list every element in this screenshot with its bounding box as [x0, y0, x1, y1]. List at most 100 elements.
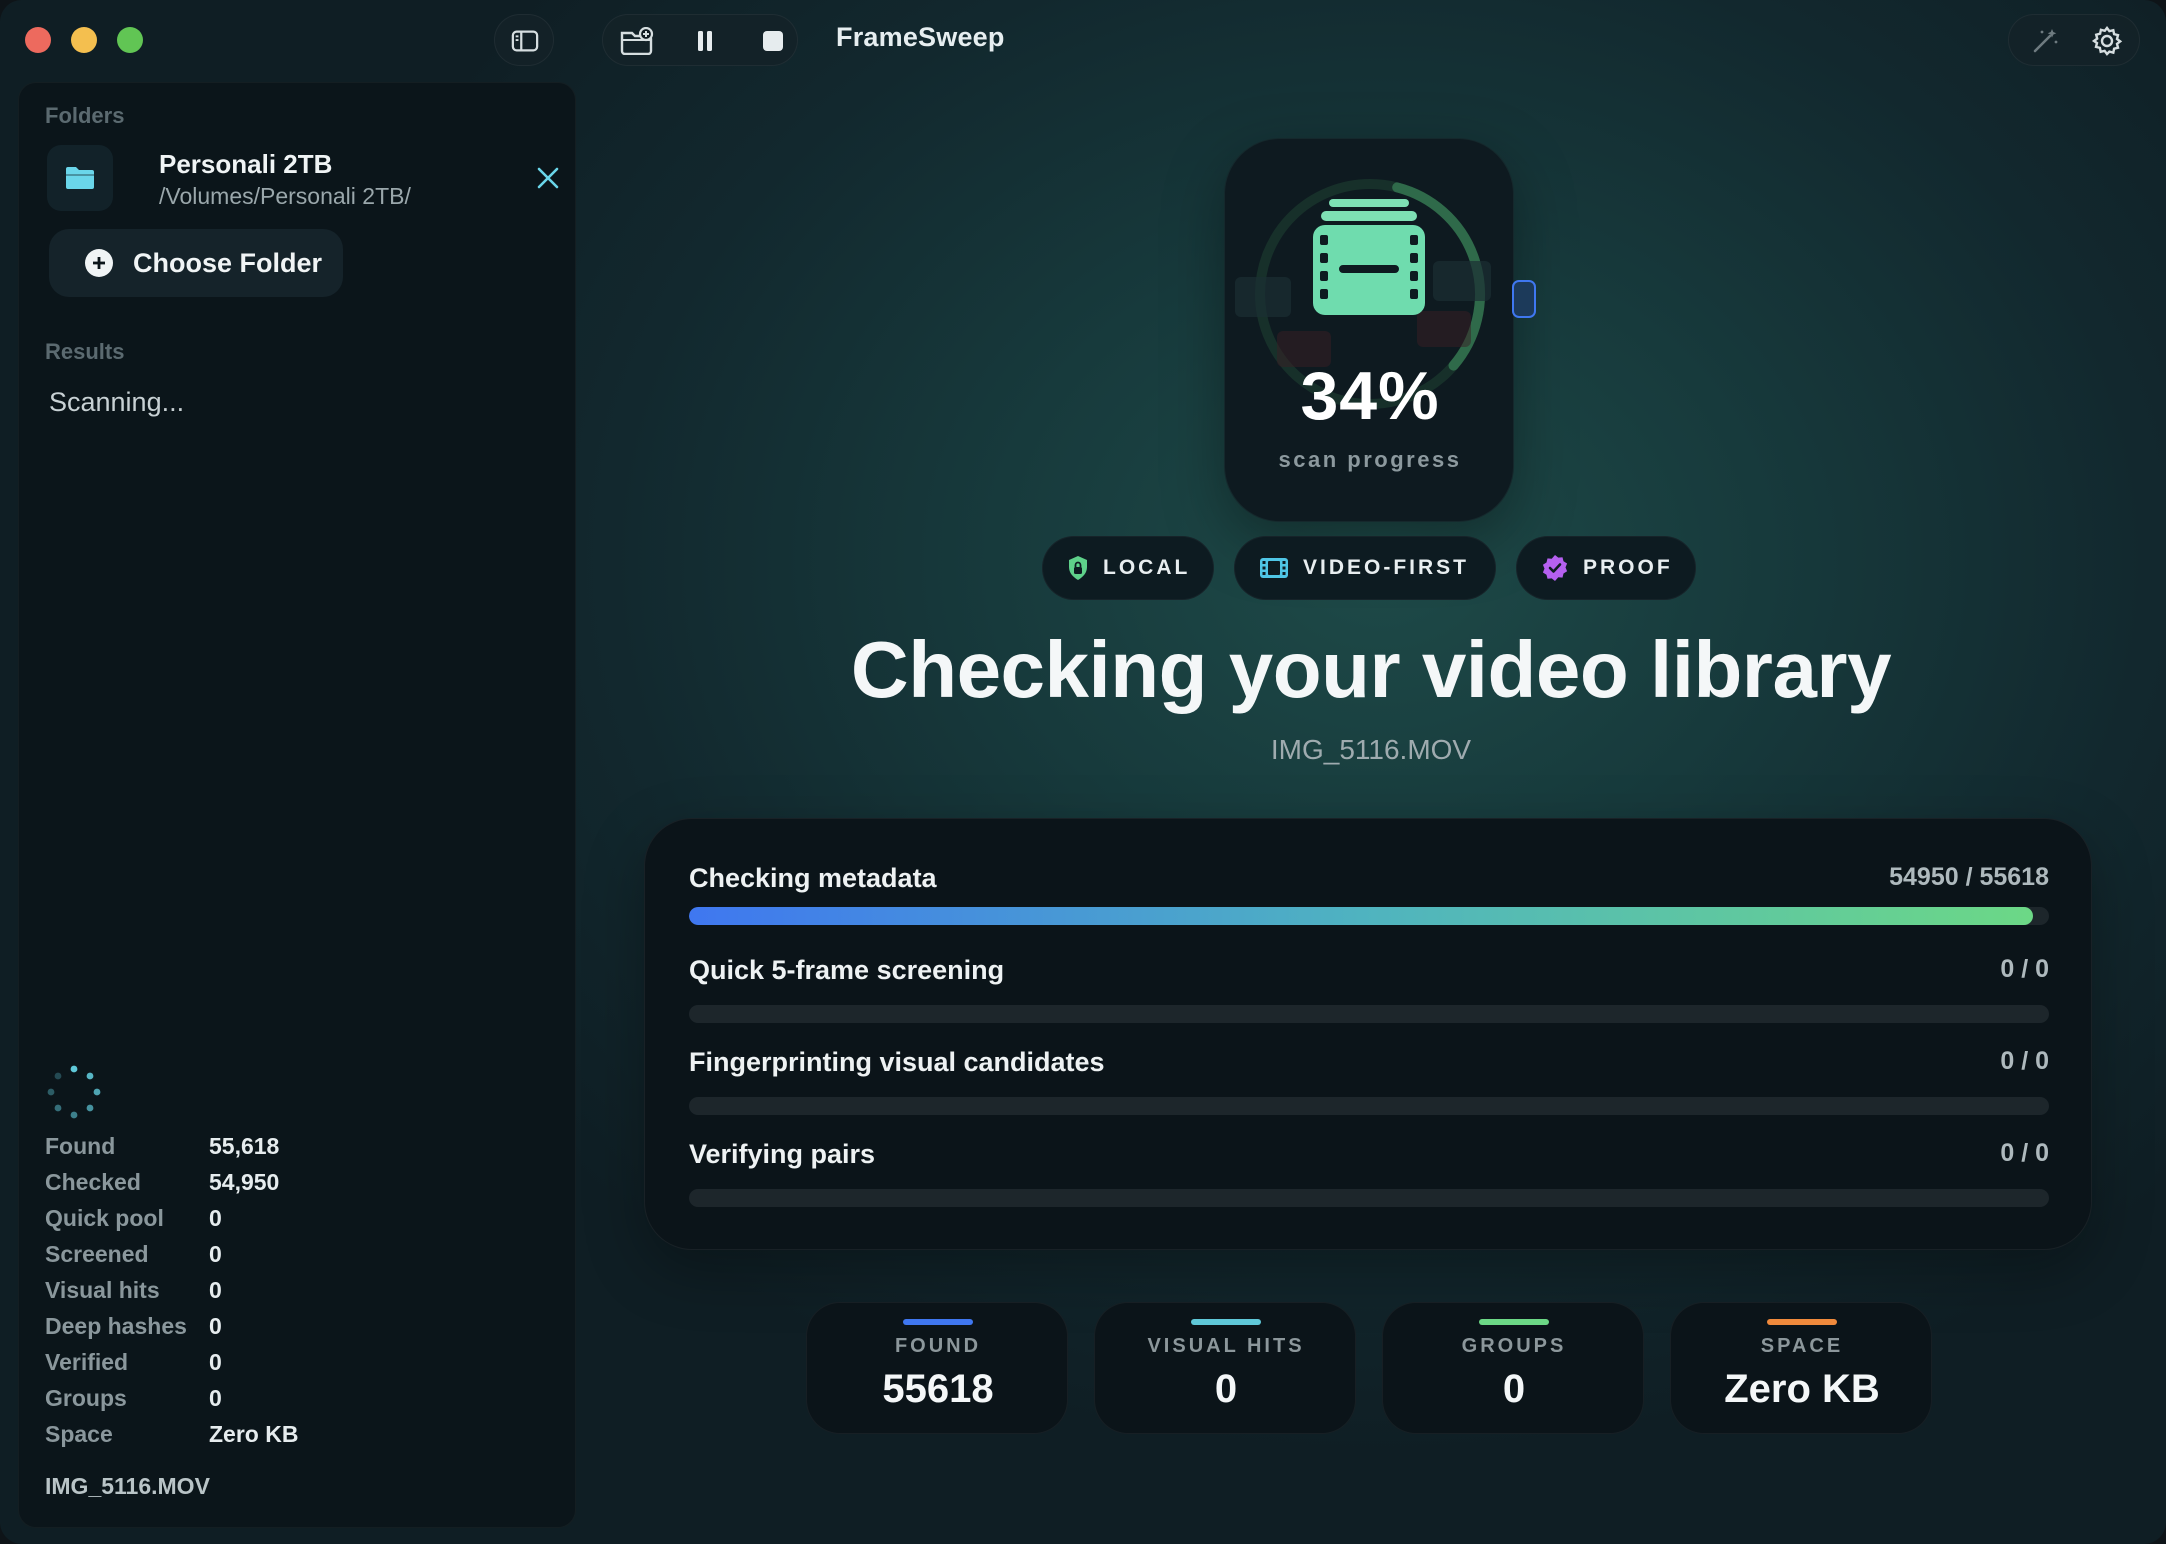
shield-lock-icon — [1067, 555, 1089, 581]
summary-value: 0 — [1502, 1367, 1526, 1411]
stage-name: Quick 5-frame screening — [689, 955, 1005, 985]
close-window-button[interactable] — [25, 27, 51, 53]
stage-name: Checking metadata — [689, 863, 937, 893]
scan-controls-toolbar — [602, 14, 798, 66]
sidebar-icon — [511, 15, 539, 67]
stage-count: 0 / 0 — [2000, 1047, 2049, 1075]
badge-proof: PROOF — [1516, 536, 1696, 600]
folder-icon — [47, 145, 113, 211]
app-title: FrameSweep — [836, 22, 1005, 52]
stat-value: 0 — [209, 1349, 222, 1375]
stat-row-checked: Checked 54,950 — [45, 1169, 545, 1205]
badge-video-first-label: VIDEO-FIRST — [1303, 556, 1470, 579]
stat-value: 0 — [209, 1241, 222, 1267]
summary-label: SPACE — [1760, 1335, 1844, 1357]
stat-value: 55,618 — [209, 1133, 280, 1159]
badge-local-label: LOCAL — [1103, 556, 1191, 579]
summary-card-found: FOUND 55618 — [806, 1302, 1068, 1434]
stat-label: Checked — [45, 1169, 141, 1195]
sidebar-toggle-button[interactable] — [494, 14, 554, 66]
summary-label: VISUAL HITS — [1147, 1335, 1305, 1357]
choose-folder-label: Choose Folder — [133, 247, 323, 278]
results-status: Scanning... — [49, 387, 185, 417]
right-toolbar — [2008, 14, 2140, 66]
stage-count: 54950 / 55618 — [1889, 863, 2049, 891]
stat-label: Space — [45, 1421, 113, 1447]
scan-progress-percent: 34% — [1300, 358, 1440, 434]
film-icon — [1259, 556, 1289, 580]
stage-progress-track — [689, 1189, 2049, 1207]
stat-row-screened: Screened 0 — [45, 1241, 545, 1277]
summary-value: Zero KB — [1724, 1367, 1880, 1411]
page-title: Checking your video library — [0, 624, 2166, 716]
stage-count: 0 / 0 — [2000, 955, 2049, 983]
stat-label: Quick pool — [45, 1205, 164, 1231]
summary-card-groups: GROUPS 0 — [1382, 1302, 1644, 1434]
stat-label: Visual hits — [45, 1277, 160, 1303]
stat-value: 0 — [209, 1385, 222, 1411]
app-window: FrameSweep Folders Personali 2TB /Volume… — [0, 0, 2166, 1544]
summary-card-space: SPACE Zero KB — [1670, 1302, 1932, 1434]
stage-progress-panel: Checking metadata 54950 / 55618 Quick 5-… — [644, 818, 2092, 1250]
minimize-window-button[interactable] — [71, 27, 97, 53]
badge-proof-label: PROOF — [1583, 556, 1673, 579]
page-title-text: Checking your video library — [850, 625, 1892, 714]
stat-value: 0 — [209, 1205, 222, 1231]
scan-progress-card: 34% scan progress — [1224, 138, 1536, 522]
verified-seal-icon — [1541, 554, 1569, 582]
stat-row-found: Found 55,618 — [45, 1133, 545, 1169]
stats-list: Found 55,618 Checked 54,950 Quick pool 0 Sc… — [45, 1133, 545, 1457]
gear-icon[interactable] — [2087, 15, 2127, 67]
stat-label: Screened — [45, 1241, 149, 1267]
stage-progress-track — [689, 1005, 2049, 1023]
summary-accent — [1767, 1319, 1837, 1325]
stop-icon[interactable] — [753, 15, 793, 67]
stat-value: 0 — [209, 1313, 222, 1339]
stat-row-quick-pool: Quick pool 0 — [45, 1205, 545, 1241]
stat-label: Deep hashes — [45, 1313, 187, 1339]
stage-progress-fill — [689, 907, 2033, 925]
stage-name: Verifying pairs — [689, 1139, 876, 1169]
folder-name: Personali 2TB — [159, 149, 333, 179]
summary-accent — [1479, 1319, 1549, 1325]
stat-row-deep-hashes: Deep hashes 0 — [45, 1313, 545, 1349]
summary-label: GROUPS — [1461, 1335, 1567, 1357]
stat-value: 0 — [209, 1277, 222, 1303]
stat-label: Verified — [45, 1349, 129, 1375]
plus-circle-icon — [85, 249, 113, 277]
results-section-label: Results — [45, 339, 125, 364]
folder-item[interactable]: Personali 2TB /Volumes/Personali 2TB/ — [47, 145, 559, 219]
summary-label: FOUND — [894, 1335, 982, 1357]
stat-row-groups: Groups 0 — [45, 1385, 545, 1421]
folder-path: /Volumes/Personali 2TB/ — [159, 183, 411, 209]
stat-row-visual-hits: Visual hits 0 — [45, 1277, 545, 1313]
pause-icon[interactable] — [685, 15, 725, 67]
remove-folder-icon[interactable] — [533, 163, 563, 193]
summary-value: 0 — [1214, 1367, 1238, 1411]
stage-name: Fingerprinting visual candidates — [689, 1047, 1105, 1077]
stat-value: 54,950 — [209, 1169, 280, 1195]
scan-progress-label: scan progress — [1278, 447, 1462, 472]
zoom-window-button[interactable] — [117, 27, 143, 53]
summary-value: 55618 — [882, 1367, 994, 1411]
stat-value: Zero KB — [209, 1421, 299, 1447]
badge-video-first: VIDEO-FIRST — [1234, 536, 1496, 600]
magic-wand-icon[interactable] — [2027, 15, 2063, 67]
choose-folder-button[interactable]: Choose Folder — [49, 229, 343, 297]
current-file-name: IMG_5116.MOV — [1270, 734, 1472, 765]
stage-count: 0 / 0 — [2000, 1139, 2049, 1167]
folders-section-label: Folders — [45, 103, 125, 128]
badge-local: LOCAL — [1042, 536, 1214, 600]
summary-card-visual-hits: VISUAL HITS 0 — [1094, 1302, 1356, 1434]
add-folder-icon[interactable] — [615, 15, 659, 67]
sidebar: Folders Personali 2TB /Volumes/Personali… — [18, 82, 576, 1528]
stat-label: Found — [45, 1133, 116, 1159]
summary-accent — [903, 1319, 973, 1325]
stat-row-verified: Verified 0 — [45, 1349, 545, 1385]
stat-label: Groups — [45, 1385, 127, 1411]
stage-progress-track — [689, 907, 2049, 925]
stage-progress-track — [689, 1097, 2049, 1115]
stat-row-space: Space Zero KB — [45, 1421, 545, 1457]
activity-spinner-icon — [45, 1063, 103, 1121]
summary-accent — [1191, 1319, 1261, 1325]
